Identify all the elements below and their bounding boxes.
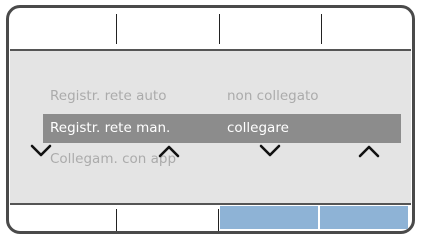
menu-item-value: non collegato — [227, 88, 319, 104]
device-display: Registr. rete auto non collegato Registr… — [6, 5, 415, 234]
menu-item-value: collegare — [227, 120, 289, 136]
top-softkey-row — [9, 8, 412, 44]
menu-item-label: Registr. rete auto — [50, 88, 167, 104]
bottom-softkey-divider-1 — [116, 209, 117, 231]
chevron-down-icon[interactable] — [258, 143, 282, 159]
top-softkey-divider-1 — [116, 14, 117, 44]
menu-item-collegam-con-app[interactable]: Collegam. con app — [43, 145, 401, 174]
bottom-softkey-3[interactable] — [220, 206, 318, 229]
chevron-up-icon[interactable] — [357, 143, 381, 159]
bottom-softkey-row — [10, 205, 411, 231]
menu-item-registr-rete-auto[interactable]: Registr. rete auto non collegato — [43, 82, 401, 111]
top-softkey-divider-2 — [219, 14, 220, 44]
bottom-softkey-divider-2 — [218, 209, 219, 231]
menu-item-registr-rete-man[interactable]: Registr. rete man. collegare — [43, 114, 401, 143]
menu-panel: Registr. rete auto non collegato Registr… — [10, 49, 411, 205]
bottom-softkey-4[interactable] — [320, 206, 408, 229]
top-softkey-divider-3 — [321, 14, 322, 44]
chevron-up-icon[interactable] — [157, 143, 181, 159]
chevron-down-icon[interactable] — [29, 143, 53, 159]
menu-item-label: Registr. rete man. — [50, 120, 171, 136]
